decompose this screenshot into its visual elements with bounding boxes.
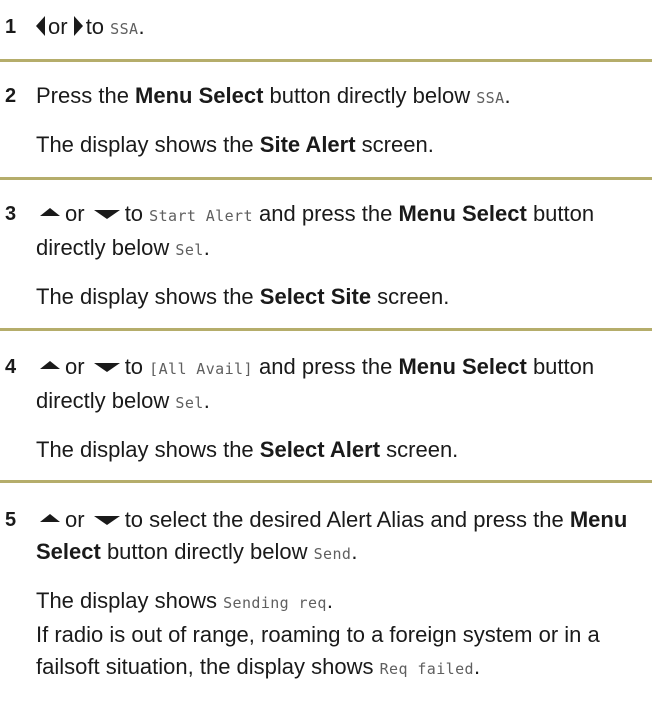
bold-term: Menu Select — [398, 354, 527, 379]
text-run: to — [85, 14, 111, 39]
text-run: or — [65, 201, 91, 226]
divider — [0, 328, 652, 331]
bold-term: Select Site — [259, 284, 372, 309]
text-run: . — [351, 539, 358, 564]
display-text: Start Alert — [149, 207, 253, 225]
text-run: Press the — [36, 83, 136, 108]
text-run: The display shows the — [36, 437, 260, 462]
text-run: and press the — [252, 201, 399, 226]
text-run: . — [203, 235, 210, 260]
step-paragraph: The display shows the Select Site screen… — [36, 281, 646, 313]
text-run: . — [326, 588, 333, 613]
divider — [0, 177, 652, 180]
left-arrow-icon — [36, 16, 45, 37]
step-text: or to Start Alert and press the Menu Sel… — [36, 198, 646, 313]
down-arrow-icon — [93, 362, 120, 372]
bold-term: Menu Select — [398, 201, 527, 226]
divider — [0, 480, 652, 483]
text-run: to select the desired Alert Alias and pr… — [124, 507, 570, 532]
procedure-page: 1 or to SSA. 2 Press the Menu Select but… — [0, 0, 652, 712]
step-text: Press the Menu Select button directly be… — [36, 80, 646, 161]
step-paragraph: Press the Menu Select button directly be… — [36, 80, 646, 114]
step-number: 2 — [5, 85, 17, 107]
step-number: 3 — [5, 203, 17, 225]
step-text: or to SSA. — [36, 11, 646, 45]
step-number: 1 — [5, 16, 17, 38]
bold-term: Select Alert — [259, 437, 381, 462]
display-text: Req failed — [379, 660, 474, 678]
step-number: 5 — [5, 509, 17, 531]
step-paragraph: or to SSA. — [36, 11, 646, 45]
bold-term: Menu Select — [135, 83, 264, 108]
up-arrow-icon — [40, 514, 60, 523]
display-text: Send — [313, 545, 352, 563]
up-arrow-icon — [40, 361, 60, 370]
text-run: to — [124, 354, 150, 379]
down-arrow-icon — [93, 515, 120, 525]
step-paragraph: The display shows Sending req. If radio i… — [36, 585, 646, 685]
text-run: screen. — [371, 284, 450, 309]
right-arrow-icon — [73, 16, 83, 37]
display-text: Sel — [175, 394, 204, 412]
text-run: . — [473, 654, 481, 679]
display-text: Sel — [175, 241, 204, 259]
display-text: SSA — [476, 89, 505, 107]
text-run: If radio is out of range, roaming to a f… — [36, 622, 600, 679]
text-run: and press the — [252, 354, 399, 379]
text-run: screen. — [355, 132, 434, 157]
step-paragraph: or to Start Alert and press the Menu Sel… — [36, 198, 646, 266]
display-text: Sending req — [223, 594, 327, 612]
text-run: . — [203, 388, 210, 413]
step-number: 4 — [5, 356, 17, 378]
text-run: screen. — [380, 437, 459, 462]
text-run: . — [138, 14, 145, 39]
text-run: to — [124, 201, 150, 226]
text-run: The display shows — [36, 588, 224, 613]
display-text: SSA — [110, 20, 139, 38]
display-text: [All Avail] — [149, 360, 253, 378]
step-text: or to select the desired Alert Alias and… — [36, 504, 646, 685]
step-paragraph: or to [All Avail] and press the Menu Sel… — [36, 351, 646, 419]
text-run: The display shows the — [36, 284, 260, 309]
up-arrow-icon — [40, 208, 60, 217]
text-run: The display shows the — [36, 132, 260, 157]
divider — [0, 59, 652, 62]
text-run: or — [48, 14, 74, 39]
step-paragraph: The display shows the Site Alert screen. — [36, 129, 646, 161]
step-paragraph: The display shows the Select Alert scree… — [36, 434, 646, 466]
text-run: or — [65, 354, 91, 379]
text-run: . — [504, 83, 511, 108]
text-run: button directly below — [100, 539, 314, 564]
down-arrow-icon — [93, 209, 120, 219]
text-run: or — [65, 507, 91, 532]
step-paragraph: or to select the desired Alert Alias and… — [36, 504, 646, 570]
step-text: or to [All Avail] and press the Menu Sel… — [36, 351, 646, 466]
text-run: button directly below — [263, 83, 477, 108]
bold-term: Site Alert — [259, 132, 356, 157]
